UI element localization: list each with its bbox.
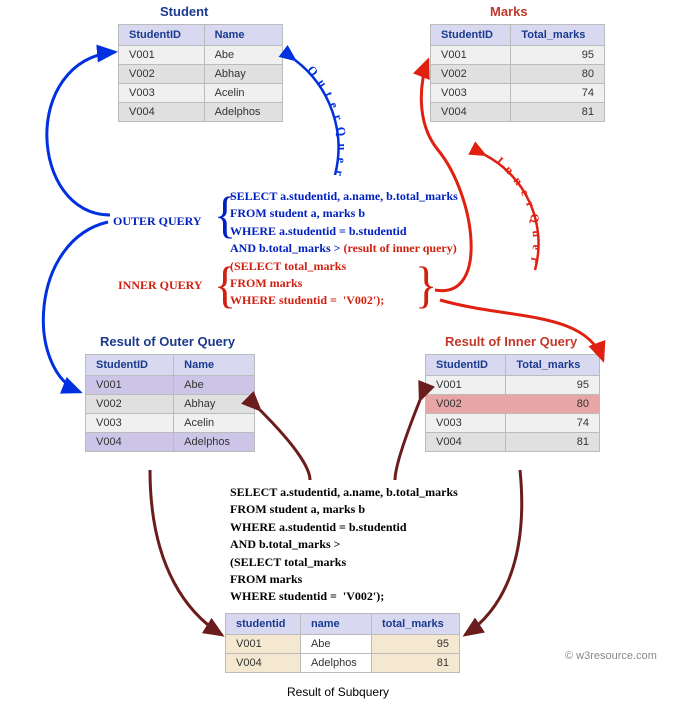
- student-title: Student: [160, 4, 208, 19]
- final-result-title: Result of Subquery: [287, 685, 389, 699]
- watermark: © w3resource.com: [565, 650, 657, 662]
- marks-title: Marks: [490, 4, 528, 19]
- inner-result-title: Result of Inner Query: [445, 334, 577, 349]
- inner-query-label: INNER QUERY: [118, 278, 203, 293]
- student-h0: StudentID: [119, 25, 205, 46]
- inner-result-table: StudentIDTotal_marks V00195 V00280 V0037…: [425, 354, 600, 452]
- query-block-1: SELECT a.studentid, a.name, b.total_mark…: [230, 188, 458, 310]
- student-table: StudentIDName V001Abe V002Abhay V003Acel…: [118, 24, 283, 122]
- outer-result-table: StudentIDName V001Abe V002Abhay V003Acel…: [85, 354, 255, 452]
- marks-table: StudentIDTotal_marks V00195 V00280 V0037…: [430, 24, 605, 122]
- marks-h0: StudentID: [431, 25, 511, 46]
- final-result-table: studentidnametotal_marks V001Abe95 V004A…: [225, 613, 460, 673]
- outer-query-label: OUTER QUERY: [113, 214, 202, 229]
- query-block-2: SELECT a.studentid, a.name, b.total_mark…: [230, 484, 458, 606]
- marks-h1: Total_marks: [511, 25, 605, 46]
- outer-result-title: Result of Outer Query: [100, 334, 235, 349]
- student-h1: Name: [204, 25, 282, 46]
